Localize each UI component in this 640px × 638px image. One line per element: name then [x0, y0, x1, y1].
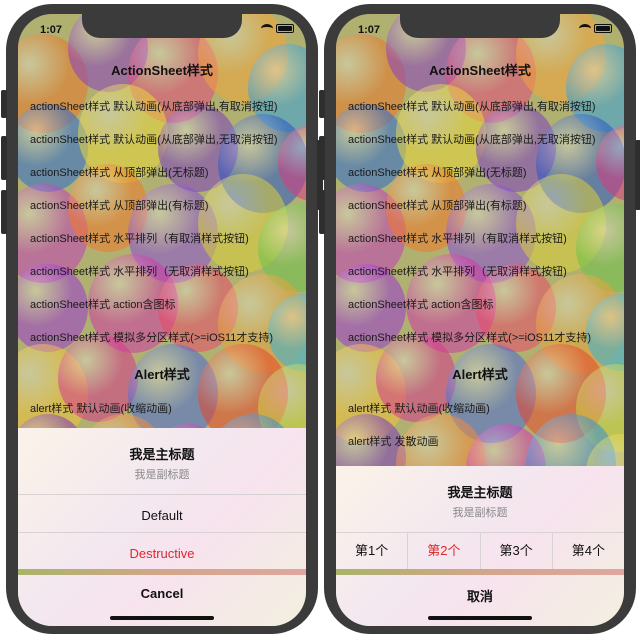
volume-up-button — [1, 90, 7, 118]
status-time: 1:07 — [358, 24, 381, 36]
sheet-subtitle: 我是副标题 — [134, 469, 190, 481]
cancel-button[interactable]: 取消 — [336, 586, 624, 605]
battery-icon — [276, 24, 294, 33]
wifi-icon — [261, 24, 273, 33]
list-item[interactable]: actionSheet样式 从顶部弹出(有标题) — [348, 197, 620, 213]
list-item[interactable]: actionSheet样式 action含图标 — [348, 296, 620, 312]
list-item[interactable]: alert样式 发散动画 — [348, 433, 620, 449]
option-2-button[interactable]: 第2个 — [408, 533, 481, 569]
status-bar: 1:07 — [18, 22, 306, 40]
list-item[interactable]: actionSheet样式 水平排列（无取消样式按钮) — [30, 263, 302, 279]
status-time: 1:07 — [40, 24, 63, 36]
phone-left: 1:07 ActionSheet样式 actionSheet样式 默认动画(从底… — [1, 4, 323, 634]
list-item[interactable]: actionSheet样式 默认动画(从底部弹出,无取消按钮) — [348, 131, 620, 147]
list-item[interactable]: actionSheet样式 水平排列（有取消样式按钮) — [30, 230, 302, 246]
mute-button — [1, 190, 7, 234]
power-button — [635, 140, 640, 210]
list-item[interactable]: actionSheet样式 水平排列（无取消样式按钮) — [348, 263, 620, 279]
sheet-title: 我是主标题 — [129, 447, 195, 462]
section-title-actionsheet: ActionSheet样式 — [429, 63, 531, 78]
list-item[interactable]: actionSheet样式 从顶部弹出(无标题) — [348, 164, 620, 180]
option-3-button[interactable]: 第3个 — [481, 533, 553, 569]
list-item[interactable]: actionSheet样式 水平排列（有取消样式按钮) — [348, 230, 620, 246]
volume-down-button — [1, 136, 7, 180]
section-title-alert: Alert样式 — [452, 367, 508, 382]
screen-right: 1:07 ActionSheet样式 actionSheet样式 默认动画(从底… — [336, 14, 624, 626]
action-sheet: 我是主标题 我是副标题 Default Destructive Cancel — [18, 428, 306, 626]
wifi-icon — [579, 24, 591, 33]
mute-button — [319, 190, 325, 234]
option-1-button[interactable]: 第1个 — [336, 533, 409, 569]
action-sheet-horizontal: 我是主标题 我是副标题 第1个 第2个 第3个 第4个 取消 — [336, 466, 624, 626]
list-item[interactable]: alert样式 默认动画(收缩动画) — [30, 400, 302, 416]
volume-down-button — [319, 136, 325, 180]
cancel-button[interactable]: Cancel — [18, 586, 306, 601]
list-item[interactable]: actionSheet样式 默认动画(从底部弹出,有取消按钮) — [30, 98, 302, 114]
divider — [18, 494, 306, 495]
screen-left: 1:07 ActionSheet样式 actionSheet样式 默认动画(从底… — [18, 14, 306, 626]
list-item[interactable]: actionSheet样式 从顶部弹出(有标题) — [30, 197, 302, 213]
default-action-button[interactable]: Default — [18, 508, 306, 523]
list-item[interactable]: actionSheet样式 默认动画(从底部弹出,有取消按钮) — [348, 98, 620, 114]
cancel-separator — [18, 569, 306, 575]
volume-up-button — [319, 90, 325, 118]
home-indicator[interactable] — [110, 616, 214, 620]
status-bar: 1:07 — [336, 22, 624, 40]
list-item[interactable]: actionSheet样式 默认动画(从底部弹出,无取消按钮) — [30, 131, 302, 147]
divider — [18, 532, 306, 533]
battery-icon — [594, 24, 612, 33]
list-item[interactable]: alert样式 默认动画(收缩动画) — [348, 400, 620, 416]
list-item[interactable]: actionSheet样式 从顶部弹出(无标题) — [30, 164, 302, 180]
option-4-button[interactable]: 第4个 — [553, 533, 624, 569]
list-item[interactable]: actionSheet样式 action含图标 — [30, 296, 302, 312]
sheet-title: 我是主标题 — [447, 485, 513, 500]
phone-right: 1:07 ActionSheet样式 actionSheet样式 默认动画(从底… — [319, 4, 640, 634]
list-item[interactable]: actionSheet样式 模拟多分区样式(>=iOS11才支持) — [348, 329, 620, 345]
list-item[interactable]: actionSheet样式 模拟多分区样式(>=iOS11才支持) — [30, 329, 302, 345]
section-title-actionsheet: ActionSheet样式 — [111, 63, 213, 78]
horizontal-options: 第1个 第2个 第3个 第4个 — [336, 533, 624, 569]
home-indicator[interactable] — [428, 616, 532, 620]
cancel-separator — [336, 569, 624, 575]
destructive-action-button[interactable]: Destructive — [18, 546, 306, 561]
sheet-subtitle: 我是副标题 — [452, 507, 508, 519]
section-title-alert: Alert样式 — [134, 367, 190, 382]
